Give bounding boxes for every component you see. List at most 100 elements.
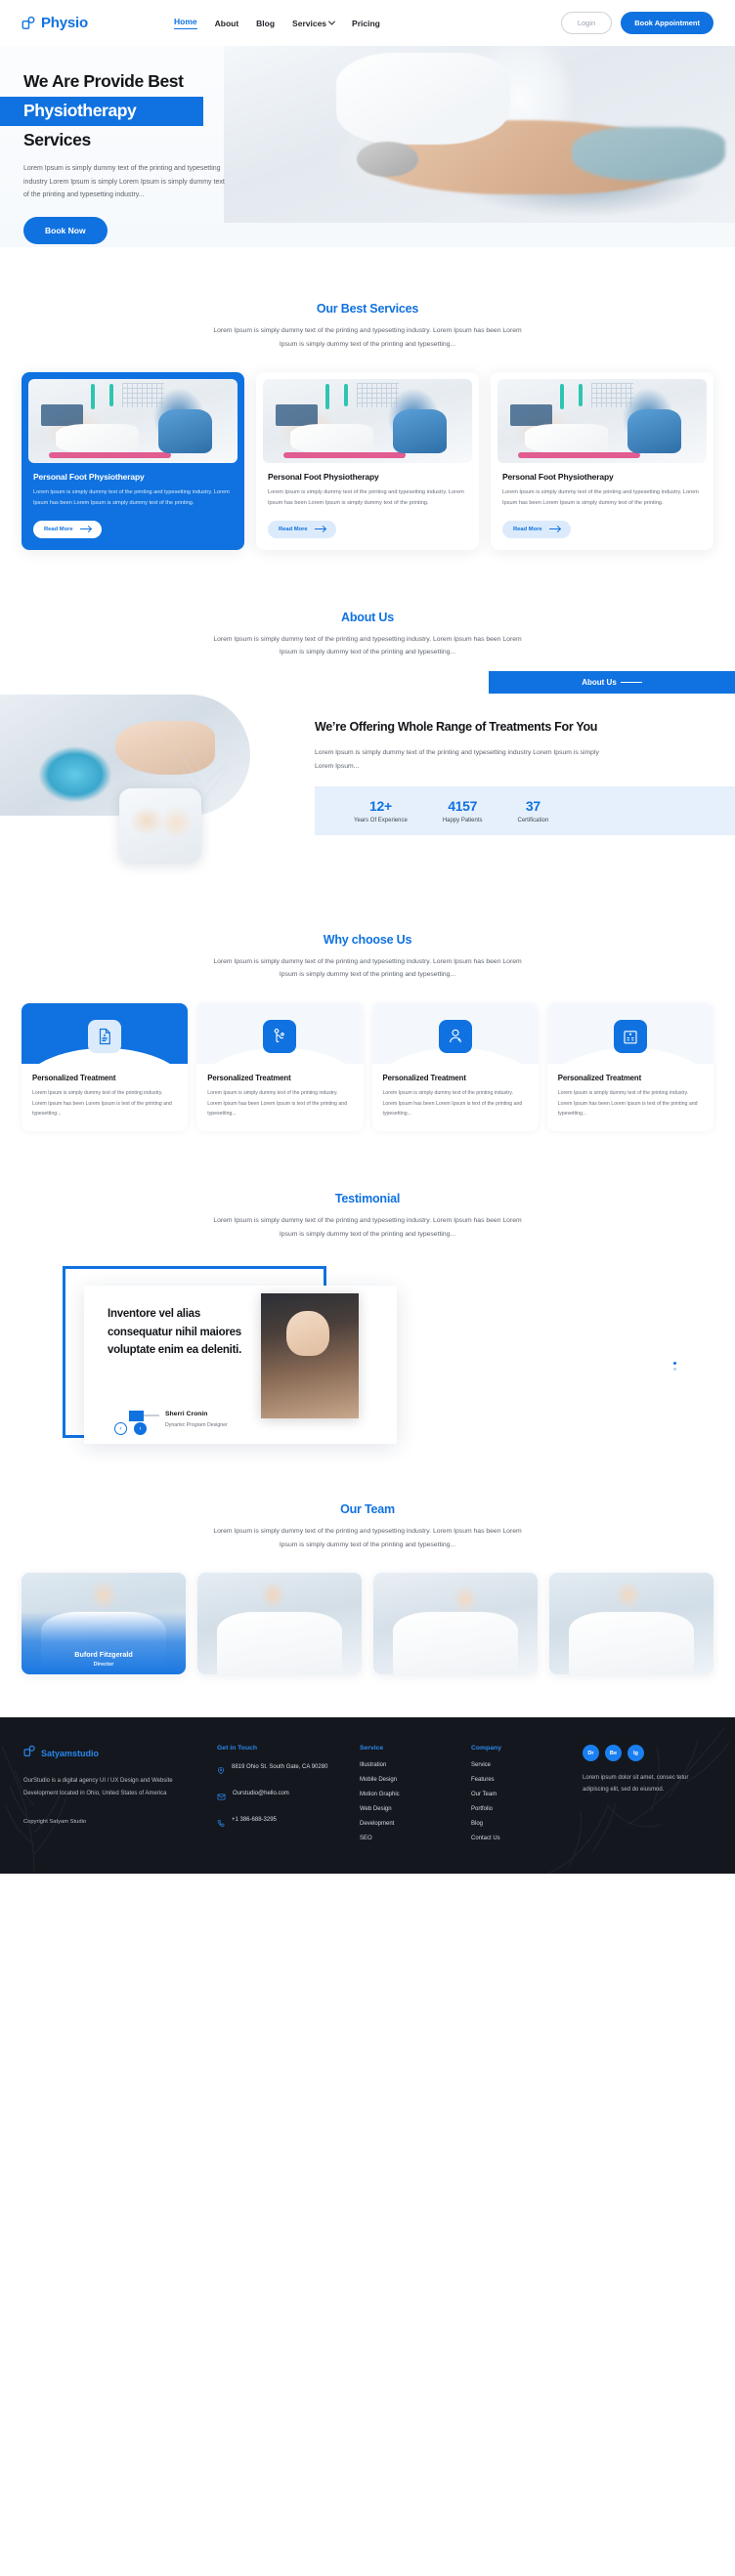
nav-item-services[interactable]: Services: [292, 18, 336, 28]
team-title: Our Team: [340, 1502, 395, 1517]
footer-link-blog[interactable]: Blog: [471, 1821, 561, 1827]
footer-company-column: Company Service Features Our Team Portfo…: [471, 1745, 561, 1850]
pagination-dot[interactable]: [673, 1362, 676, 1366]
arrow-right-icon: [79, 528, 91, 530]
login-button[interactable]: Login: [560, 12, 613, 34]
team-grid: Buford Fitzgerald Director: [22, 1573, 713, 1675]
services-header: Our Best Services Lorem Ipsum is simply …: [22, 302, 713, 351]
nav-item-blog[interactable]: Blog: [256, 19, 275, 28]
footer-link-development[interactable]: Development: [360, 1821, 450, 1827]
nav-label: Blog: [256, 18, 276, 28]
team-member-card[interactable]: [373, 1573, 538, 1675]
member-overlay: Buford Fitzgerald Director: [22, 1611, 186, 1675]
footer-link-mobile-design[interactable]: Mobile Design: [360, 1777, 450, 1783]
author-info: Sherri Cronin Dynamic Program Designer: [165, 1403, 228, 1428]
stat-label: Certification: [517, 818, 549, 824]
testimonial-pagination-dots[interactable]: [673, 1362, 676, 1373]
team-member-card[interactable]: Buford Fitzgerald Director: [22, 1573, 186, 1675]
read-more-button[interactable]: Read More: [502, 520, 571, 538]
brand-logo[interactable]: Physio: [22, 15, 88, 31]
footer-contact-heading: Get in Touch: [217, 1745, 258, 1753]
arrow-right-icon: [548, 528, 560, 530]
footer-link-motion-graphic[interactable]: Motion Graphic: [360, 1792, 450, 1797]
feature-card[interactable]: Personalized Treatment Lorem Ipsum is si…: [371, 1002, 539, 1131]
feature-card[interactable]: Personalized Treatment Lorem Ipsum is si…: [546, 1002, 713, 1131]
behance-icon[interactable]: Be: [605, 1745, 622, 1762]
about-body: About Us We’re Offering Whole Range of T…: [0, 670, 735, 872]
stat-item: 12+ Years Of Experience: [354, 798, 408, 823]
member-coat: [569, 1611, 694, 1675]
feature-body: Personalized Treatment Lorem Ipsum is si…: [547, 1064, 713, 1119]
service-card[interactable]: Personal Foot Physiotherapy Lorem Ipsum …: [256, 372, 479, 550]
stat-value: 37: [525, 798, 540, 815]
about-media: [0, 687, 315, 872]
patient-figure: [55, 423, 140, 453]
read-more-button[interactable]: Read More: [33, 520, 102, 538]
nav-label: Home: [173, 17, 197, 26]
footer-social-column: Dr Be Ig Lorem ipsum dolor sit amet, con…: [583, 1745, 712, 1850]
wall-grid: [122, 383, 165, 407]
exercise-mat: [518, 452, 640, 459]
footer-link-our-team[interactable]: Our Team: [471, 1792, 561, 1797]
about-stats: 12+ Years Of Experience 4157 Happy Patie…: [315, 786, 735, 836]
footer-link-service[interactable]: Service: [471, 1762, 561, 1768]
testimonial-subtitle: Lorem Ipsum is simply dummy text of the …: [213, 1216, 522, 1238]
nav-label: Services: [292, 18, 327, 28]
physiotherapy-person-icon: [263, 1019, 297, 1053]
team-member-card[interactable]: [197, 1573, 362, 1675]
book-appointment-button[interactable]: Book Appointment: [621, 12, 713, 34]
footer-phone: +1 386-688-3295: [232, 1817, 277, 1824]
footer-link-features[interactable]: Features: [471, 1777, 561, 1783]
dribbble-icon[interactable]: Dr: [583, 1745, 599, 1762]
feature-card[interactable]: Personalized Treatment Lorem Ipsum is si…: [196, 1002, 364, 1131]
footer-link-web-design[interactable]: Web Design: [360, 1806, 450, 1812]
satyamstudio-logo-icon: [23, 1745, 36, 1762]
footer-phone-row[interactable]: +1 386-688-3295: [217, 1815, 338, 1833]
exercise-mat: [283, 452, 406, 459]
footer-service-column: Service Illustration Mobile Design Motio…: [360, 1745, 450, 1850]
footer-link-contact-us[interactable]: Contact Us: [471, 1836, 561, 1841]
nav-item-pricing[interactable]: Pricing: [352, 19, 380, 28]
service-card[interactable]: Personal Foot Physiotherapy Lorem Ipsum …: [22, 372, 244, 550]
nav-item-about[interactable]: About: [215, 19, 239, 28]
footer-address: 8819 Ohio St. South Gate, CA 90280: [232, 1764, 328, 1771]
footer-link-portfolio[interactable]: Portfolio: [471, 1806, 561, 1812]
book-now-button[interactable]: Book Now: [23, 216, 108, 244]
about-heading: We’re Offering Whole Range of Treatments…: [315, 719, 598, 734]
location-pin-icon: [217, 1762, 225, 1780]
footer-contact-column: Get in Touch 8819 Ohio St. South Gate, C…: [217, 1745, 338, 1850]
hero-heading-line2: Physiotherapy: [23, 101, 137, 120]
testimonial-section: Testimonial Lorem Ipsum is simply dummy …: [0, 1191, 735, 1445]
why-grid: Personalized Treatment Lorem Ipsum is si…: [22, 1002, 713, 1131]
pagination-dot[interactable]: [673, 1368, 676, 1372]
why-subtitle: Lorem Ipsum is simply dummy text of the …: [213, 957, 522, 979]
footer-about-text: OurStudio is a digital agency UI / UX De…: [23, 1778, 173, 1796]
footer-email-row[interactable]: Ourstudio@hello.com: [217, 1789, 338, 1806]
hero-highlight-band: Physiotherapy: [0, 97, 203, 126]
chevron-right-icon[interactable]: ›: [134, 1422, 147, 1436]
testimonial-slider: Inventore vel alias consequatur nihil ma…: [22, 1266, 713, 1445]
footer-brand-name: Satyamstudio: [41, 1749, 100, 1759]
read-more-button[interactable]: Read More: [268, 520, 336, 538]
feature-card[interactable]: Personalized Treatment Lorem Ipsum is si…: [22, 1002, 189, 1131]
stat-value: 4157: [448, 798, 478, 815]
therapist-figure: [157, 409, 213, 453]
services-grid: Personal Foot Physiotherapy Lorem Ipsum …: [22, 372, 713, 550]
arrow-right-icon: [314, 528, 325, 530]
footer-link-seo[interactable]: SEO: [360, 1836, 450, 1841]
instagram-icon[interactable]: Ig: [627, 1745, 644, 1762]
nav-label: About: [214, 18, 239, 28]
team-subtitle: Lorem Ipsum is simply dummy text of the …: [213, 1528, 522, 1548]
team-member-card[interactable]: [549, 1573, 713, 1675]
feature-body: Personalized Treatment Lorem Ipsum is si…: [196, 1064, 363, 1119]
about-paragraph: Lorem Ipsum is simply dummy text of the …: [315, 749, 599, 770]
nav-item-home[interactable]: Home: [173, 17, 197, 29]
footer-brand[interactable]: Satyamstudio: [23, 1745, 195, 1762]
testimonial-title: Testimonial: [334, 1191, 401, 1205]
team-header: Our Team Lorem Ipsum is simply dummy tex…: [22, 1502, 713, 1551]
therapist-figure: [627, 409, 682, 453]
feature-desc: Lorem Ipsum is simply dummy text of the …: [557, 1089, 698, 1118]
footer-link-illustration[interactable]: Illustration: [360, 1762, 450, 1768]
chevron-left-icon[interactable]: ‹: [114, 1422, 127, 1436]
service-card[interactable]: Personal Foot Physiotherapy Lorem Ipsum …: [491, 372, 713, 550]
